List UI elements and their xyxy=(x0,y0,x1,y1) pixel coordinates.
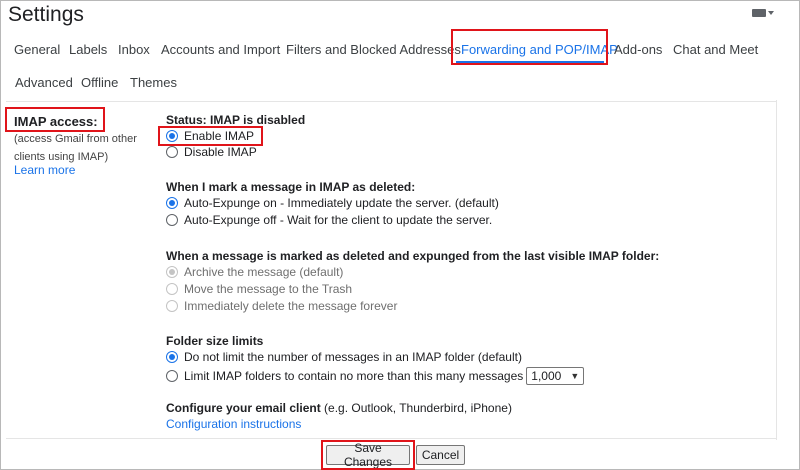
auto-expunge-off-label: Auto-Expunge off - Wait for the client t… xyxy=(184,213,493,227)
folder-size-heading: Folder size limits xyxy=(166,334,264,348)
disable-imap-radio[interactable] xyxy=(166,146,178,158)
folder-limit-value: 1,000 xyxy=(531,368,562,383)
learn-more-link[interactable]: Learn more xyxy=(14,163,75,177)
keyboard-icon-body xyxy=(752,9,766,17)
configure-client-examples: (e.g. Outlook, Thunderbird, iPhone) xyxy=(324,401,512,415)
move-to-trash-radio xyxy=(166,283,178,295)
delete-forever-radio xyxy=(166,300,178,312)
footer-divider xyxy=(6,438,776,439)
content-right-border xyxy=(776,100,777,440)
chevron-down-icon: ▼ xyxy=(570,370,580,381)
tab-forwarding-and-pop-imap[interactable]: Forwarding and POP/IMAP xyxy=(461,42,618,57)
no-limit-option[interactable]: Do not limit the number of messages in a… xyxy=(166,349,522,365)
enable-imap-radio[interactable] xyxy=(166,130,178,142)
delete-forever-option: Immediately delete the message forever xyxy=(166,298,397,314)
no-limit-radio[interactable] xyxy=(166,351,178,363)
imap-access-description: (access Gmail from other clients using I… xyxy=(14,133,137,163)
chevron-down-icon xyxy=(768,11,774,15)
tab-advanced[interactable]: Advanced xyxy=(15,75,73,90)
deleted-heading: When I mark a message in IMAP as deleted… xyxy=(166,180,416,194)
archive-option: Archive the message (default) xyxy=(166,264,343,280)
active-tab-indicator xyxy=(456,61,604,64)
limit-folders-option[interactable]: Limit IMAP folders to contain no more th… xyxy=(166,366,585,385)
disable-imap-option[interactable]: Disable IMAP xyxy=(166,144,257,160)
keyboard-icon[interactable] xyxy=(752,9,774,18)
configure-client-title: Configure your email client xyxy=(166,401,321,415)
imap-access-label: IMAP access: xyxy=(14,114,98,129)
tab-offline[interactable]: Offline xyxy=(81,75,118,90)
limit-folders-label: Limit IMAP folders to contain no more th… xyxy=(184,368,524,383)
tab-general[interactable]: General xyxy=(14,42,60,57)
expunged-heading: When a message is marked as deleted and … xyxy=(166,249,660,263)
page-title: Settings xyxy=(8,3,84,26)
archive-label: Archive the message (default) xyxy=(184,265,344,279)
settings-window xyxy=(0,0,800,470)
auto-expunge-on-label: Auto-Expunge on - Immediately update the… xyxy=(184,196,499,210)
configure-client-heading: Configure your email client (e.g. Outloo… xyxy=(166,401,512,415)
tab-labels[interactable]: Labels xyxy=(69,42,107,57)
enable-imap-label: Enable IMAP xyxy=(184,129,255,143)
folder-limit-select[interactable]: 1,000 ▼ xyxy=(526,366,585,385)
tab-add-ons[interactable]: Add-ons xyxy=(614,42,662,57)
move-to-trash-label: Move the message to the Trash xyxy=(184,282,353,296)
auto-expunge-off-radio[interactable] xyxy=(166,214,178,226)
tab-themes[interactable]: Themes xyxy=(130,75,177,90)
disable-imap-label: Disable IMAP xyxy=(184,145,257,159)
limit-folders-radio[interactable] xyxy=(166,369,178,382)
tab-accounts-and-import[interactable]: Accounts and Import xyxy=(161,42,280,57)
enable-imap-option[interactable]: Enable IMAP xyxy=(166,128,254,144)
archive-radio xyxy=(166,266,178,278)
tab-filters-and-blocked-addresses[interactable]: Filters and Blocked Addresses xyxy=(286,42,461,57)
auto-expunge-on-option[interactable]: Auto-Expunge on - Immediately update the… xyxy=(166,195,499,211)
move-to-trash-option: Move the message to the Trash xyxy=(166,281,352,297)
imap-status: Status: IMAP is disabled xyxy=(166,113,306,127)
cancel-button[interactable]: Cancel xyxy=(416,445,465,465)
auto-expunge-on-radio[interactable] xyxy=(166,197,178,209)
tab-chat-and-meet[interactable]: Chat and Meet xyxy=(673,42,758,57)
no-limit-label: Do not limit the number of messages in a… xyxy=(184,350,522,364)
tabs-divider xyxy=(6,101,776,102)
configuration-instructions-link[interactable]: Configuration instructions xyxy=(166,417,301,431)
auto-expunge-off-option[interactable]: Auto-Expunge off - Wait for the client t… xyxy=(166,212,492,228)
delete-forever-label: Immediately delete the message forever xyxy=(184,299,398,313)
tab-inbox[interactable]: Inbox xyxy=(118,42,150,57)
save-changes-button[interactable]: Save Changes xyxy=(326,441,410,469)
